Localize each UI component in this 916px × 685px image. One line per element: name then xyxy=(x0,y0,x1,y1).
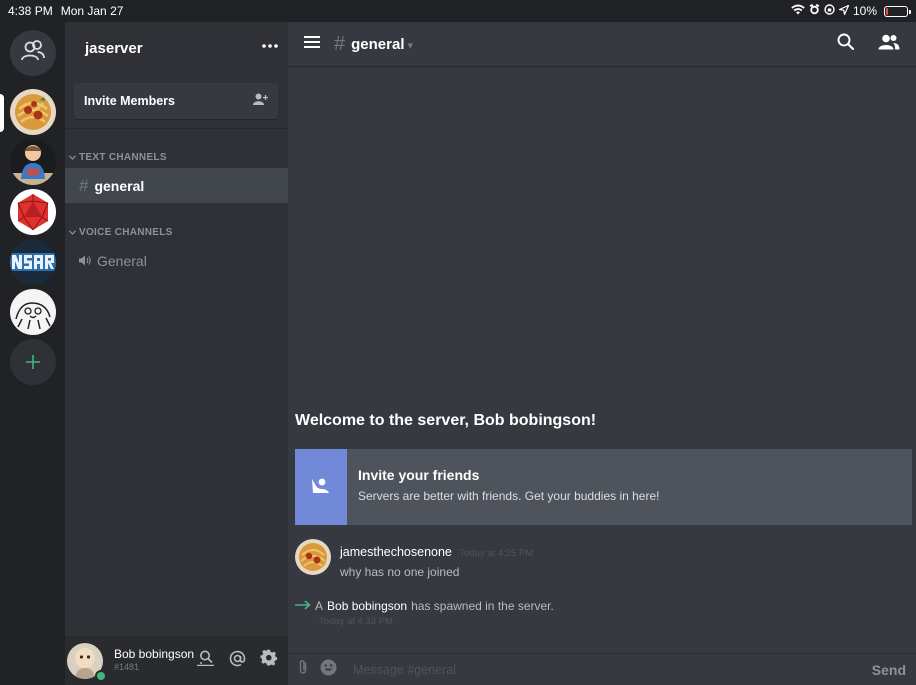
message-avatar[interactable] xyxy=(295,539,331,575)
username: Bob bobingson xyxy=(114,647,195,662)
invite-card-title: Invite your friends xyxy=(358,467,480,483)
chat-header: # general ▾ xyxy=(288,22,916,66)
sidebar-divider xyxy=(65,128,288,129)
invite-members-label: Invite Members xyxy=(84,94,176,108)
category-text-channels[interactable]: TEXT CHANNELS xyxy=(69,152,167,163)
channel-sidebar: jaserver Invite Members TEXT CHANNELS # … xyxy=(65,22,288,685)
welcome-heading: Welcome to the server, Bob bobingson! xyxy=(295,412,597,429)
emoji-icon[interactable] xyxy=(320,659,337,681)
chevron-down-icon xyxy=(69,152,76,163)
status-bar: 4:38 PM Mon Jan 27 10% xyxy=(0,0,916,22)
status-time: 4:38 PM xyxy=(8,4,53,18)
sketch-drawing-icon xyxy=(10,289,56,335)
member-list-icon[interactable] xyxy=(878,34,900,55)
message-timestamp: Today at 4:25 PM xyxy=(459,548,534,559)
user-avatar[interactable] xyxy=(67,642,107,682)
online-status-indicator xyxy=(95,669,107,682)
selected-server-indicator xyxy=(0,94,4,132)
wave-person-icon xyxy=(311,477,331,498)
more-options-icon[interactable] xyxy=(262,35,278,53)
mentions-icon[interactable] xyxy=(229,650,246,672)
friends-icon xyxy=(20,39,46,68)
server-icon-nsar[interactable] xyxy=(10,239,56,285)
system-message-user[interactable]: Bob bobingson xyxy=(327,599,407,613)
message-item: jamesthechosenone Today at 4:25 PM why h… xyxy=(295,539,533,579)
settings-gear-icon[interactable] xyxy=(260,649,278,672)
category-voice-channels[interactable]: VOICE CHANNELS xyxy=(69,227,173,238)
category-label: VOICE CHANNELS xyxy=(79,227,173,238)
message-author[interactable]: jamesthechosenone xyxy=(340,545,452,559)
channel-general[interactable]: # general xyxy=(65,168,288,203)
system-message-prefix: A xyxy=(315,598,324,613)
server-name: jaserver xyxy=(85,39,143,57)
direct-messages-button[interactable] xyxy=(10,30,56,76)
battery-fill xyxy=(886,7,888,15)
caret-down-icon[interactable]: ▾ xyxy=(407,39,413,52)
invite-card-icon-box xyxy=(295,449,347,525)
system-message-timestamp: Today at 4:33 PM xyxy=(319,616,393,627)
chevron-down-icon xyxy=(69,227,76,238)
battery-percent: 10% xyxy=(852,4,877,18)
spaghetti-avatar-icon xyxy=(295,539,331,575)
wifi-icon xyxy=(791,4,805,18)
channel-name: General xyxy=(97,252,147,269)
hash-icon: # xyxy=(79,175,89,195)
lock-rotation-icon xyxy=(824,4,835,18)
server-icon-sketch[interactable] xyxy=(10,289,56,335)
message-input[interactable]: Message #general xyxy=(353,663,456,677)
system-message: A Bob bobingson has spawned in the serve… xyxy=(295,597,554,627)
find-friends-icon[interactable] xyxy=(196,650,215,671)
invite-members-button[interactable]: Invite Members xyxy=(74,83,278,119)
alarm-icon xyxy=(809,3,820,18)
chat-area: # general ▾ Welcome to the server, Bob b… xyxy=(288,22,916,685)
add-server-button[interactable] xyxy=(10,339,56,385)
server-header[interactable]: jaserver xyxy=(65,22,288,66)
category-label: TEXT CHANNELS xyxy=(79,152,167,163)
message-text: why has no one joined xyxy=(340,565,460,579)
hamburger-menu-icon[interactable] xyxy=(304,35,320,53)
status-date: Mon Jan 27 xyxy=(60,4,124,18)
location-icon xyxy=(838,4,850,18)
invite-card-subtitle: Servers are better with friends. Get you… xyxy=(358,489,660,503)
search-icon[interactable] xyxy=(837,33,855,55)
server-icon-kid[interactable] xyxy=(10,139,56,185)
attachment-icon[interactable] xyxy=(298,659,308,680)
speaker-icon xyxy=(79,253,91,269)
add-user-icon xyxy=(253,92,268,110)
nsar-logo-icon xyxy=(10,239,56,285)
kid-photo-icon xyxy=(10,139,56,185)
hash-icon: # xyxy=(334,32,346,55)
message-composer: Message #general Send xyxy=(288,653,916,685)
invite-friends-card[interactable]: Invite your friends Servers are better w… xyxy=(295,449,912,525)
server-icon-d20[interactable] xyxy=(10,189,56,235)
server-rail xyxy=(0,22,65,685)
voice-channel-general[interactable]: General xyxy=(65,243,288,278)
send-button[interactable]: Send xyxy=(872,662,906,678)
user-panel: Bob bobingson #1481 xyxy=(65,636,288,685)
header-channel-name[interactable]: general xyxy=(351,36,404,53)
battery-icon xyxy=(884,5,911,17)
join-arrow-icon xyxy=(295,597,311,614)
server-icon-jaserver[interactable] xyxy=(10,89,56,135)
user-discriminator: #1481 xyxy=(114,662,140,673)
system-message-suffix: has spawned in the server. xyxy=(411,598,554,613)
channel-name: general xyxy=(94,177,145,194)
plus-icon xyxy=(24,346,42,378)
d20-dice-icon xyxy=(10,189,56,235)
spaghetti-icon xyxy=(10,89,56,135)
